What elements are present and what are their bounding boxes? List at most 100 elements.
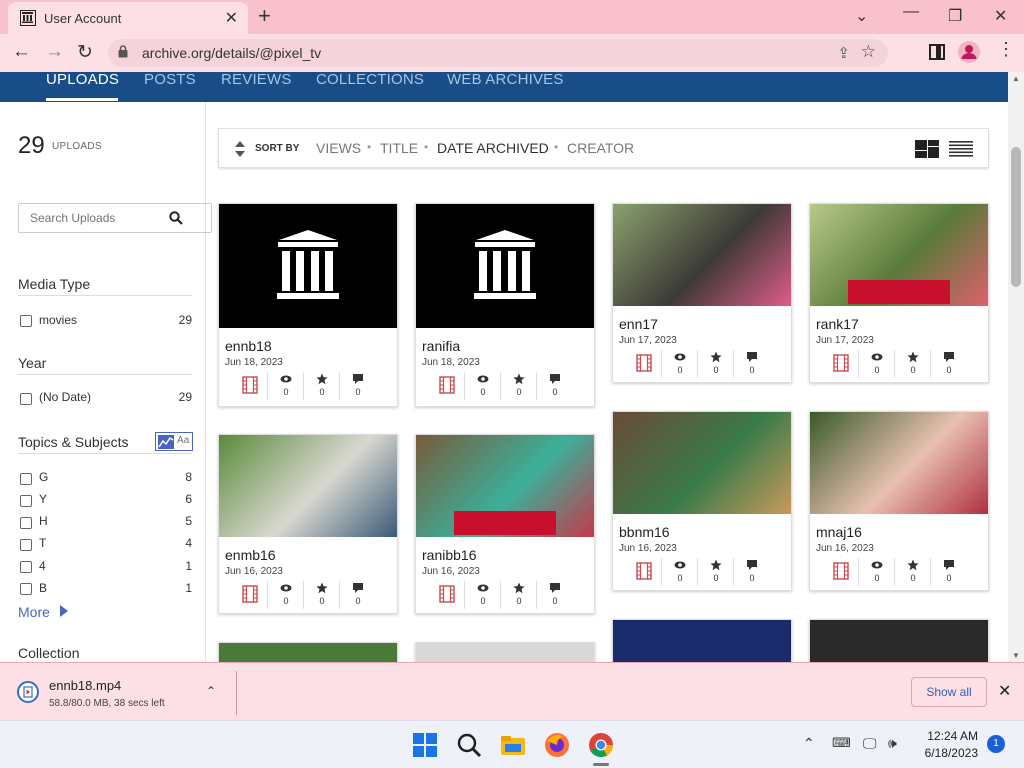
back-button[interactable]: ←	[12, 41, 31, 63]
volume-icon[interactable]: 🕪	[888, 735, 897, 752]
download-filename[interactable]: ennb18.mp4	[49, 678, 121, 693]
item-title[interactable]: ranibb16	[422, 547, 477, 563]
new-tab-button[interactable]: +	[258, 3, 271, 29]
omnibox[interactable]: archive.org/details/@pixel_tv ⇪ ☆	[108, 39, 888, 67]
archive-logo-thumbnail[interactable]	[416, 204, 594, 328]
file-download-icon[interactable]	[17, 681, 39, 703]
facet-checkbox-topic[interactable]	[20, 517, 32, 529]
archive-logo-thumbnail[interactable]	[219, 204, 397, 328]
sort-creator[interactable]: CREATOR	[567, 140, 634, 156]
browser-menu-icon[interactable]: ⋮	[997, 39, 1015, 60]
more-arrow-icon[interactable]	[60, 605, 68, 617]
notification-badge[interactable]: 1	[987, 735, 1005, 753]
item-title[interactable]: ranifia	[422, 338, 460, 354]
item-title[interactable]: rank17	[816, 316, 859, 332]
facet-checkbox-topic[interactable]	[20, 495, 32, 507]
item-tile[interactable]: rank17 Jun 17, 2023 0 0 0	[809, 203, 989, 383]
video-thumbnail[interactable]	[219, 435, 397, 537]
item-title[interactable]: mnaj16	[816, 524, 862, 540]
video-thumbnail[interactable]	[613, 204, 791, 306]
video-thumbnail[interactable]	[810, 412, 988, 514]
item-tile-partial[interactable]	[218, 642, 398, 662]
movie-media-icon	[833, 354, 849, 372]
sort-title[interactable]: TITLE	[380, 140, 418, 156]
chevron-up-icon[interactable]: ⌃	[206, 684, 216, 698]
stat-value: 0	[355, 387, 361, 397]
facet-checkbox-movies[interactable]	[20, 315, 32, 327]
scroll-up-icon[interactable]: ▲	[1012, 74, 1020, 83]
search-icon[interactable]	[169, 211, 183, 225]
item-tile[interactable]: ranibb16 Jun 16, 2023 0 0 0	[415, 434, 595, 614]
scrollbar-thumb[interactable]	[1011, 147, 1021, 287]
stat-cell: 0	[931, 558, 967, 586]
facet-checkbox-topic[interactable]	[20, 539, 32, 551]
item-tile-partial[interactable]	[612, 619, 792, 662]
side-panel-icon[interactable]	[929, 44, 945, 60]
bookmark-star-icon[interactable]: ☆	[861, 42, 876, 62]
facet-checkbox-topic[interactable]	[20, 561, 32, 573]
tray-chevron-up-icon[interactable]: ⌃	[803, 735, 815, 752]
facet-checkbox-topic[interactable]	[20, 583, 32, 595]
browser-tab[interactable]: User Account ✕	[8, 2, 248, 34]
tile-view-icon[interactable]	[915, 140, 939, 158]
close-download-bar-icon[interactable]: ✕	[998, 681, 1011, 701]
search-uploads-field[interactable]	[18, 203, 212, 233]
sort-date-archived[interactable]: DATE ARCHIVED	[437, 140, 549, 156]
media-type-stat	[429, 581, 465, 609]
item-title[interactable]: ennb18	[225, 338, 272, 354]
item-tile[interactable]: enn17 Jun 17, 2023 0 0 0	[612, 203, 792, 383]
sort-views[interactable]: VIEWS	[316, 140, 361, 156]
scroll-down-icon[interactable]: ▼	[1012, 651, 1020, 660]
tab-web-archives[interactable]: WEB ARCHIVES	[447, 72, 564, 88]
item-title[interactable]: enmb16	[225, 547, 276, 563]
item-tile[interactable]: ennb18 Jun 18, 2023 0 0 0	[218, 203, 398, 407]
network-icon[interactable]: 🖵	[863, 735, 877, 752]
search-input[interactable]	[20, 205, 160, 231]
reload-button[interactable]: ↻	[77, 41, 93, 64]
stat-value: 0	[480, 387, 486, 397]
video-thumbnail[interactable]	[416, 435, 594, 537]
stat-cell: 0	[501, 581, 537, 609]
windows-start-icon[interactable]	[411, 731, 439, 759]
video-thumbnail[interactable]	[613, 412, 791, 514]
taskbar-time[interactable]: 12:24 AM	[916, 729, 978, 743]
restore-button[interactable]: ❐	[948, 6, 962, 26]
forward-button[interactable]: →	[45, 41, 64, 63]
list-view-icon[interactable]	[949, 141, 973, 157]
video-thumbnail[interactable]	[810, 204, 988, 306]
item-tile[interactable]: ranifia Jun 18, 2023 0 0 0	[415, 203, 595, 407]
profile-avatar-icon[interactable]	[958, 41, 980, 63]
tab-search-chevron-icon[interactable]: ⌄	[855, 6, 868, 26]
share-icon[interactable]: ⇪	[837, 44, 850, 62]
item-tile[interactable]: enmb16 Jun 16, 2023 0 0 0	[218, 434, 398, 614]
keyboard-icon[interactable]: ⌨	[832, 735, 851, 751]
favorites-star-icon	[907, 559, 919, 571]
movie-media-icon	[833, 562, 849, 580]
item-tile-partial[interactable]	[415, 642, 595, 662]
item-tile-partial[interactable]	[809, 619, 989, 662]
page-scrollbar[interactable]: ▲ ▼	[1008, 72, 1024, 662]
show-all-button[interactable]: Show all	[911, 677, 987, 707]
taskbar-date[interactable]: 6/18/2023	[916, 746, 978, 760]
tab-uploads[interactable]: UPLOADS	[46, 72, 119, 88]
item-title[interactable]: enn17	[619, 316, 658, 332]
tab-collections[interactable]: COLLECTIONS	[316, 72, 424, 88]
file-explorer-icon[interactable]	[499, 731, 527, 759]
item-title[interactable]: bbnm16	[619, 524, 670, 540]
facet-count: 29	[178, 390, 192, 404]
close-tab-icon[interactable]: ✕	[225, 8, 238, 28]
sort-direction-icon[interactable]	[234, 140, 246, 158]
firefox-icon[interactable]	[543, 731, 571, 759]
facet-checkbox-topic[interactable]	[20, 473, 32, 485]
facet-checkbox-no-date[interactable]	[20, 393, 32, 405]
topics-visualize-button[interactable]: Aa	[155, 432, 193, 451]
item-tile[interactable]: bbnm16 Jun 16, 2023 0 0 0	[612, 411, 792, 591]
close-window-button[interactable]: ✕	[994, 6, 1007, 26]
item-tile[interactable]: mnaj16 Jun 16, 2023 0 0 0	[809, 411, 989, 591]
tab-posts[interactable]: POSTS	[144, 72, 196, 88]
chrome-icon[interactable]	[587, 731, 615, 759]
tab-reviews[interactable]: REVIEWS	[221, 72, 292, 88]
minimize-button[interactable]: —	[903, 3, 919, 21]
more-topics-link[interactable]: More	[18, 604, 50, 620]
search-taskbar-icon[interactable]	[455, 731, 483, 759]
